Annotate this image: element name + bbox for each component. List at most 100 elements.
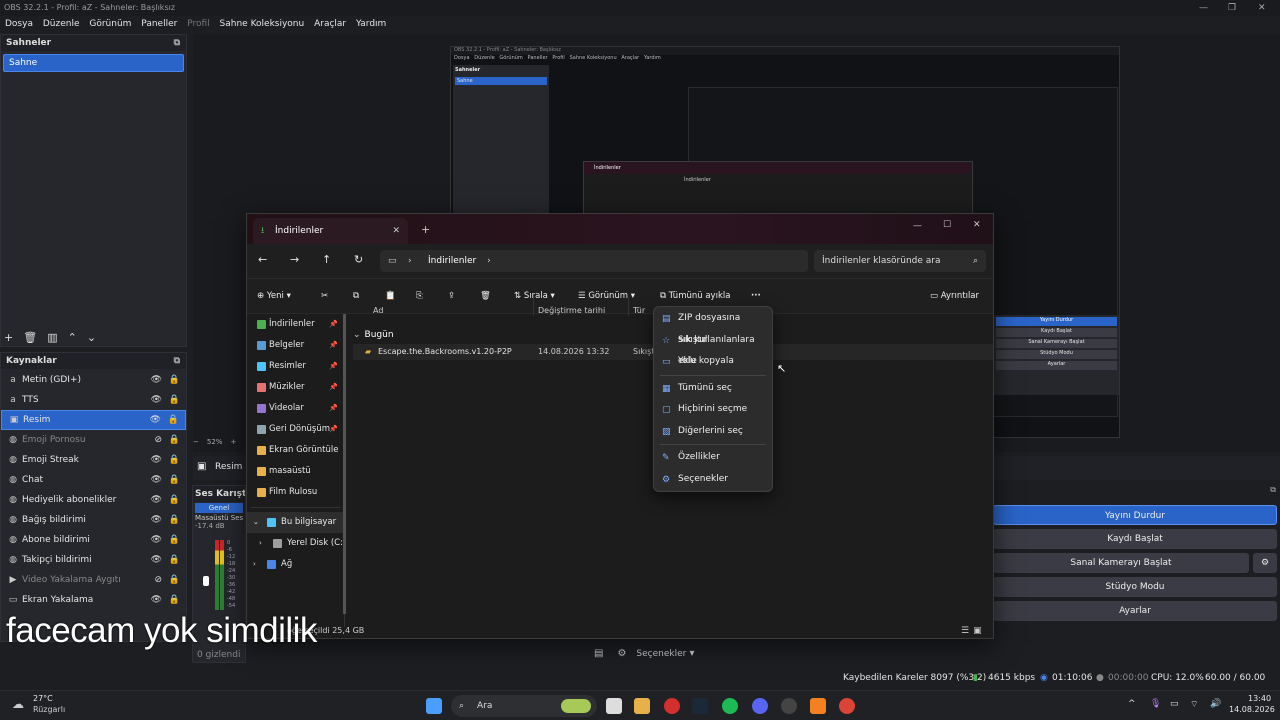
forward-icon[interactable]: →: [290, 253, 299, 266]
add-icon[interactable]: +: [4, 331, 13, 344]
col-name[interactable]: Ad: [373, 306, 383, 315]
windows-start-icon[interactable]: [426, 698, 442, 714]
scene-item[interactable]: Sahne: [3, 54, 184, 72]
mixer-tab[interactable]: Genel: [195, 503, 243, 513]
context-menu-item[interactable]: ▭ Yolu kopyala: [654, 351, 772, 373]
back-icon[interactable]: ←: [258, 253, 267, 266]
opera-icon[interactable]: [664, 698, 680, 714]
details-button[interactable]: ▭ Ayrıntılar: [930, 291, 979, 301]
source-item[interactable]: ◍ Takipçi bildirimi 👁 🔒: [1, 550, 186, 570]
options-dropdown[interactable]: Seçenekler ▾: [636, 648, 694, 659]
details-view-icon[interactable]: ☰: [961, 626, 969, 636]
lock-icon[interactable]: 🔒: [168, 410, 179, 430]
start-recording-button[interactable]: Kaydı Başlat: [993, 529, 1277, 549]
taskbar-search[interactable]: ⌕ Ara: [451, 695, 597, 717]
source-item[interactable]: a Metin (GDI+) 👁 🔒: [1, 370, 186, 390]
nav-item[interactable]: Belgeler 📌: [247, 335, 344, 356]
menu-docks[interactable]: Paneller: [141, 19, 177, 29]
nav-local-disk[interactable]: › Yerel Disk (C:): [247, 533, 344, 554]
nav-network[interactable]: › Ağ: [247, 554, 344, 575]
context-menu-item[interactable]: ▦ Tümünü seç: [654, 378, 772, 400]
refresh-icon[interactable]: ↻: [354, 253, 363, 266]
menu-scene-collection[interactable]: Sahne Koleksiyonu: [220, 19, 305, 29]
up-icon[interactable]: ↑: [322, 253, 331, 266]
clock-date[interactable]: 14.08.2026: [1229, 705, 1275, 714]
lock-icon[interactable]: 🔒: [169, 470, 180, 490]
nav-item[interactable]: Film Rulosu: [247, 482, 344, 503]
nav-item[interactable]: Ekran Görüntüle: [247, 440, 344, 461]
task-view-icon[interactable]: [606, 698, 622, 714]
mic-icon[interactable]: 🎙: [1150, 699, 1161, 709]
eye-icon[interactable]: 👁: [151, 470, 162, 490]
menu-file[interactable]: Dosya: [5, 19, 33, 29]
restore-icon[interactable]: ❐: [1228, 0, 1236, 16]
paste-icon[interactable]: 📋: [385, 291, 396, 301]
copy-icon[interactable]: ⧉: [353, 291, 359, 301]
explorer-tab[interactable]: ⭳ İndirilenler ✕: [253, 218, 408, 244]
extract-all-button[interactable]: ⧉ Tümünü ayıkla: [660, 291, 730, 301]
search-input[interactable]: İndirilenler klasöründe ara ⌕: [814, 250, 986, 272]
obs-icon[interactable]: [781, 698, 797, 714]
volume-slider[interactable]: [203, 576, 209, 586]
context-menu-item[interactable]: ✎ Özellikler: [654, 447, 772, 469]
file-explorer-icon[interactable]: [634, 698, 650, 714]
nav-item[interactable]: Videolar 📌: [247, 398, 344, 419]
lock-icon[interactable]: 🔒: [169, 570, 180, 590]
eye-icon[interactable]: 👁: [150, 410, 161, 430]
nav-item[interactable]: masaüstü: [247, 461, 344, 482]
new-tab-icon[interactable]: +: [421, 223, 430, 236]
delete-icon[interactable]: 🗑: [480, 291, 491, 301]
eye-icon[interactable]: 👁: [151, 450, 162, 470]
view-toggle[interactable]: ☰ ▣: [961, 626, 982, 636]
chevron-up-icon[interactable]: ^: [1128, 699, 1136, 709]
lock-icon[interactable]: 🔒: [169, 370, 180, 390]
tray-icon[interactable]: ▭: [1170, 699, 1179, 709]
nav-item[interactable]: Resimler 📌: [247, 356, 344, 377]
lock-icon[interactable]: 🔒: [169, 430, 180, 450]
nav-item[interactable]: İndirilenler 📌: [247, 314, 344, 335]
source-item[interactable]: ◍ Abone bildirimi 👁 🔒: [1, 530, 186, 550]
context-menu-item[interactable]: ☆ Sık kullanılanlara ekle: [654, 330, 772, 367]
source-item[interactable]: ◍ Chat 👁 🔒: [1, 470, 186, 490]
source-item[interactable]: ▶ Video Yakalama Aygıtı ⊘ 🔒: [1, 570, 186, 590]
sort-button[interactable]: ⇅ Sırala ▾: [514, 291, 555, 301]
gear-icon[interactable]: ⚙: [617, 648, 626, 659]
eye-icon[interactable]: 👁: [151, 510, 162, 530]
context-menu-item[interactable]: ▤ ZIP dosyasına sıkıştır: [654, 308, 772, 345]
studio-mode-button[interactable]: Stüdyo Modu: [993, 577, 1277, 597]
lock-icon[interactable]: 🔒: [169, 550, 180, 570]
chrome-icon[interactable]: [839, 698, 855, 714]
col-type[interactable]: Tür: [633, 306, 645, 315]
nav-item[interactable]: Müzikler 📌: [247, 377, 344, 398]
steam-icon[interactable]: [692, 698, 708, 714]
address-box[interactable]: ▭ › İndirilenler ›: [380, 250, 808, 272]
trash-icon[interactable]: 🗑: [23, 331, 37, 344]
source-item[interactable]: ◍ Hediyelik abonelikler 👁 🔒: [1, 490, 186, 510]
context-menu-item[interactable]: ⚙ Seçenekler: [654, 469, 772, 491]
source-item[interactable]: ◍ Emoji Pornosu ⊘ 🔒: [1, 430, 186, 450]
nav-scrollbar[interactable]: [343, 314, 346, 614]
share-icon[interactable]: ⇪: [448, 291, 455, 301]
close-icon[interactable]: ✕: [1258, 0, 1266, 16]
menu-help[interactable]: Yardım: [356, 19, 386, 29]
undock-icon[interactable]: ⧉: [174, 353, 180, 369]
tiles-view-icon[interactable]: ▣: [973, 626, 982, 636]
source-item[interactable]: ▭ Ekran Yakalama 👁 🔒: [1, 590, 186, 610]
undock-icon[interactable]: ⧉: [174, 35, 180, 51]
wifi-icon[interactable]: ⌔: [1190, 699, 1198, 710]
nav-this-pc[interactable]: ⌄ Bu bilgisayar: [247, 512, 344, 533]
lock-icon[interactable]: 🔒: [169, 390, 180, 410]
move-up-icon[interactable]: ⌃: [68, 331, 77, 344]
menu-tools[interactable]: Araçlar: [314, 19, 346, 29]
close-icon[interactable]: ✕: [973, 220, 981, 230]
more-icon[interactable]: ···: [751, 291, 761, 301]
context-menu-item[interactable]: ▢ Hiçbirini seçme: [654, 399, 772, 421]
eye-icon[interactable]: 👁: [151, 390, 162, 410]
rename-icon[interactable]: ⎘: [416, 291, 423, 301]
eye-icon[interactable]: 👁: [151, 370, 162, 390]
lock-icon[interactable]: 🔒: [169, 510, 180, 530]
undock-icon[interactable]: ⧉: [993, 485, 1280, 497]
eye-off-icon[interactable]: ⊘: [154, 430, 162, 450]
menu-profile[interactable]: Profil: [187, 19, 209, 29]
speaker-icon[interactable]: 🔊: [1210, 699, 1221, 709]
